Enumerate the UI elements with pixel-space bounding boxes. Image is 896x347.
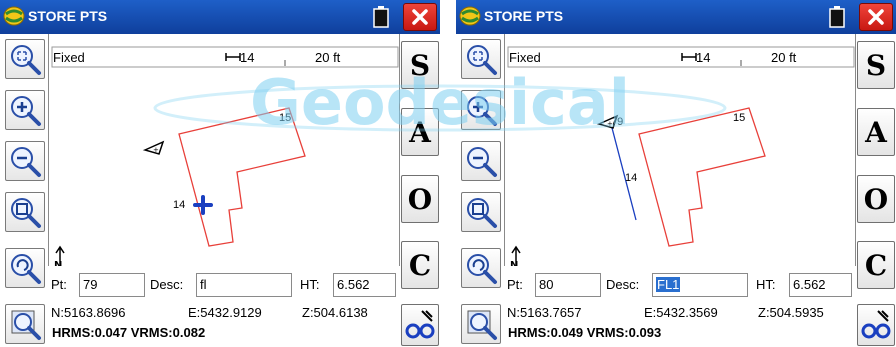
title-bar: STORE PTS — [0, 0, 440, 34]
description-selected-text: FL1 — [656, 277, 681, 292]
zoom-out-button[interactable] — [461, 141, 501, 181]
storage-toolbar: S A O C — [400, 34, 440, 347]
rover-position-icon — [193, 195, 213, 215]
zoom-previous-icon — [467, 254, 497, 284]
northing-value: N:5163.8696 — [51, 305, 126, 320]
zoom-in-button[interactable] — [461, 90, 501, 130]
zoom-in-icon — [467, 96, 497, 126]
battery-icon — [373, 6, 389, 28]
easting-value: E:5432.9129 — [188, 305, 262, 320]
close-icon — [412, 9, 428, 25]
point-number-field[interactable]: 79 — [79, 273, 145, 297]
map-details-button[interactable] — [461, 304, 501, 344]
antenna-height-field[interactable]: 6.562 — [333, 273, 396, 297]
offset-button[interactable]: O — [401, 175, 439, 223]
offset-button[interactable]: O — [857, 175, 895, 223]
map-details-icon — [467, 310, 497, 340]
zoom-window-button[interactable] — [5, 192, 45, 232]
average-button[interactable]: A — [857, 108, 895, 156]
ht-label: HT: — [756, 277, 776, 292]
zoom-in-button[interactable] — [5, 90, 45, 130]
zoom-window-icon — [467, 198, 497, 228]
map-mode-label: Fixed — [509, 50, 541, 65]
battery-icon — [829, 6, 845, 28]
elevation-value: Z:504.6138 — [302, 305, 368, 320]
distance-value: 14 — [240, 50, 255, 65]
map-view[interactable]: + Fixed 14 20 ft 15 14 N E — [48, 34, 400, 281]
map-view[interactable]: + Fixed 14 20 ft 79 15 14 N E — [504, 34, 856, 281]
close-button[interactable] — [403, 3, 437, 31]
close-button[interactable] — [859, 3, 893, 31]
map-details-icon — [11, 310, 41, 340]
continuous-button[interactable]: C — [401, 241, 439, 289]
title-bar: STORE PTS — [456, 0, 896, 34]
map-canvas: + — [51, 46, 399, 247]
zoom-extents-button[interactable] — [461, 39, 501, 79]
zoom-extents-icon — [467, 45, 497, 75]
zoom-out-icon — [467, 147, 497, 177]
svg-text:+: + — [153, 146, 159, 154]
window-title: STORE PTS — [484, 8, 564, 24]
close-icon — [868, 9, 884, 25]
description-field[interactable]: FL1 — [652, 273, 748, 297]
ht-label: HT: — [300, 277, 320, 292]
pt-label: Pt: — [507, 277, 523, 292]
point-label-14: 14 — [625, 172, 638, 184]
zoom-out-icon — [11, 147, 41, 177]
find-point-icon — [405, 310, 435, 339]
description-field[interactable]: fl — [196, 273, 292, 297]
zoom-window-button[interactable] — [461, 192, 501, 232]
zoom-previous-icon — [11, 254, 41, 284]
zoom-out-button[interactable] — [5, 141, 45, 181]
point-number-field[interactable]: 80 — [535, 273, 601, 297]
zoom-window-icon — [11, 198, 41, 228]
rms-status: HRMS:0.047 VRMS:0.082 — [52, 325, 206, 340]
store-button[interactable]: S — [857, 41, 895, 89]
point-label-15: 15 — [733, 112, 746, 124]
point-label-79: 79 — [611, 116, 624, 128]
find-point-button[interactable] — [401, 304, 439, 346]
antenna-height-field[interactable]: 6.562 — [789, 273, 852, 297]
map-mode-label: Fixed — [53, 50, 85, 65]
find-point-icon — [861, 310, 891, 339]
storage-toolbar: S A O C — [856, 34, 896, 347]
elevation-value: Z:504.5935 — [758, 305, 824, 320]
boundary-polygon — [638, 107, 766, 247]
scale-label: 20 ft — [771, 50, 797, 65]
northing-value: N:5163.7657 — [507, 305, 582, 320]
boundary-polygon — [178, 107, 306, 247]
zoom-extents-button[interactable] — [5, 39, 45, 79]
map-details-button[interactable] — [5, 304, 45, 344]
window-title: STORE PTS — [28, 8, 108, 24]
distance-icon — [225, 53, 241, 61]
find-point-button[interactable] — [857, 304, 895, 346]
zoom-toolbar — [0, 34, 48, 347]
zoom-toolbar — [456, 34, 504, 347]
map-canvas: + — [507, 46, 855, 247]
base-station-icon: + — [142, 140, 165, 155]
continuous-button[interactable]: C — [857, 241, 895, 289]
pt-label: Pt: — [51, 277, 67, 292]
app-logo-icon — [3, 6, 25, 26]
average-button[interactable]: A — [401, 108, 439, 156]
zoom-extents-icon — [11, 45, 41, 75]
zoom-previous-button[interactable] — [5, 248, 45, 288]
distance-icon — [681, 53, 697, 61]
distance-value: 14 — [696, 50, 711, 65]
point-label-15: 15 — [279, 112, 292, 124]
desc-label: Desc: — [606, 277, 640, 292]
desc-label: Desc: — [150, 277, 184, 292]
zoom-in-icon — [11, 96, 41, 126]
right-screen: STORE PTS + Fixed 14 20 ft 79 15 14 S A … — [456, 0, 896, 347]
zoom-previous-button[interactable] — [461, 248, 501, 288]
left-screen: STORE PTS + Fixed 14 20 ft 15 14 S A O C… — [0, 0, 440, 347]
scale-label: 20 ft — [315, 50, 341, 65]
rms-status: HRMS:0.049 VRMS:0.093 — [508, 325, 662, 340]
easting-value: E:5432.3569 — [644, 305, 718, 320]
app-logo-icon — [459, 6, 481, 26]
store-button[interactable]: S — [401, 41, 439, 89]
point-label-14: 14 — [173, 199, 186, 211]
